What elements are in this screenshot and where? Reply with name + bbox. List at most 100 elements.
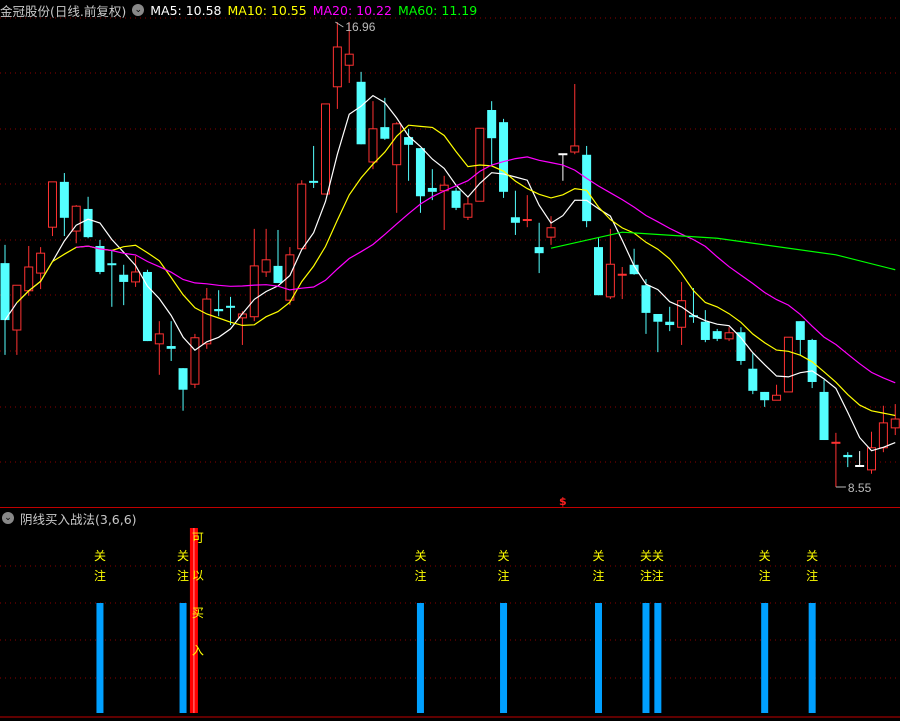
- candle: [783, 336, 793, 393]
- candle-body: [724, 332, 734, 340]
- candle: [415, 148, 425, 213]
- candle-body: [36, 252, 46, 274]
- candle: [665, 306, 675, 332]
- watch-signal-bar: [595, 603, 602, 713]
- watch-label: 关: [640, 549, 652, 563]
- watch-signal-bar: [500, 603, 508, 713]
- ma60-value: MA60: 11.19: [397, 2, 478, 18]
- candle: [807, 338, 817, 389]
- candle: [700, 310, 710, 343]
- watch-label: 关: [759, 549, 771, 563]
- candle: [12, 284, 22, 355]
- candle: [439, 175, 449, 230]
- candle-body: [214, 309, 224, 312]
- candle-body: [890, 418, 900, 429]
- candle: [499, 118, 509, 198]
- chevron-down-icon[interactable]: ⌄: [2, 512, 14, 524]
- watch-label: 注: [806, 568, 818, 583]
- candle: [166, 321, 176, 361]
- candle: [214, 290, 224, 317]
- candle-body: [783, 336, 793, 393]
- candle-body: [748, 368, 758, 391]
- candle: [154, 321, 164, 375]
- candle-body: [760, 391, 770, 401]
- chevron-down-icon[interactable]: ⌄: [132, 4, 145, 16]
- buy-label-char: 入: [192, 644, 204, 658]
- watch-signal-bar: [96, 603, 104, 713]
- candle: [0, 244, 10, 355]
- candle-body: [59, 181, 69, 218]
- candle-body: [356, 81, 366, 145]
- candle-body: [819, 391, 829, 441]
- candle: [237, 311, 247, 345]
- watch-label: 关: [177, 549, 189, 563]
- candle: [510, 190, 520, 235]
- watch-label: 关: [498, 549, 510, 563]
- candle-body: [605, 263, 615, 298]
- candle: [760, 391, 770, 407]
- watch-label: 注: [640, 568, 652, 583]
- indicator-chart[interactable]: 关注关注关注关注关注关注关注关注关注可以买入: [0, 509, 900, 721]
- candle-body: [320, 103, 330, 195]
- watch-label: 注: [759, 568, 771, 583]
- watch-label: 关: [414, 549, 426, 563]
- candle-body: [843, 454, 853, 458]
- candle: [641, 279, 651, 334]
- candlestick-chart[interactable]: 16.96 8.55 $: [0, 0, 900, 508]
- candle: [855, 451, 865, 468]
- candle: [819, 379, 829, 441]
- candle-body: [487, 110, 497, 139]
- candle: [795, 321, 805, 355]
- candle: [95, 239, 105, 275]
- candle: [677, 281, 687, 345]
- candle: [605, 228, 615, 300]
- candle-body: [368, 128, 378, 163]
- candle-body: [24, 266, 34, 292]
- indicator-header: ⌄ 阴线买入战法(3,6,6): [2, 510, 137, 527]
- candle-body: [131, 271, 141, 283]
- indicator-title: 阴线买入战法(3,6,6): [20, 511, 137, 527]
- watch-label: 注: [414, 568, 426, 583]
- watch-label: 注: [498, 568, 510, 583]
- candle-body: [463, 203, 473, 218]
- candle: [451, 187, 461, 211]
- candle: [249, 228, 259, 322]
- watch-label: 注: [177, 568, 189, 583]
- candle: [273, 229, 283, 284]
- candle-body: [71, 205, 81, 232]
- watch-label: 关: [593, 549, 605, 563]
- candle: [617, 266, 627, 300]
- candle-body: [795, 321, 805, 340]
- candle: [190, 333, 200, 389]
- candle: [36, 247, 46, 290]
- candle-body: [570, 145, 580, 153]
- high-pointer: [335, 21, 344, 28]
- candle-body: [772, 394, 782, 401]
- candle-body: [807, 339, 817, 382]
- candle: [297, 180, 307, 250]
- candle-body: [700, 321, 710, 340]
- candle-body: [249, 265, 259, 318]
- watch-signal-bar: [179, 603, 187, 713]
- candle-body: [332, 46, 342, 88]
- candle-body: [582, 154, 592, 222]
- candle: [59, 173, 69, 237]
- candle: [522, 195, 532, 228]
- dollar-marker: $: [559, 495, 567, 508]
- watch-label: 关: [806, 549, 818, 563]
- candle: [309, 145, 319, 188]
- candle: [534, 222, 544, 274]
- candle: [47, 181, 57, 237]
- candle: [178, 368, 188, 411]
- candle: [107, 249, 117, 307]
- candle: [202, 288, 212, 349]
- candle: [546, 216, 556, 245]
- candle-body: [499, 122, 509, 192]
- candle: [582, 145, 592, 228]
- candle: [368, 101, 378, 170]
- candle: [867, 431, 877, 474]
- candle: [712, 328, 722, 342]
- candle-body: [653, 313, 663, 322]
- candle-body: [47, 181, 57, 228]
- candle: [570, 84, 580, 155]
